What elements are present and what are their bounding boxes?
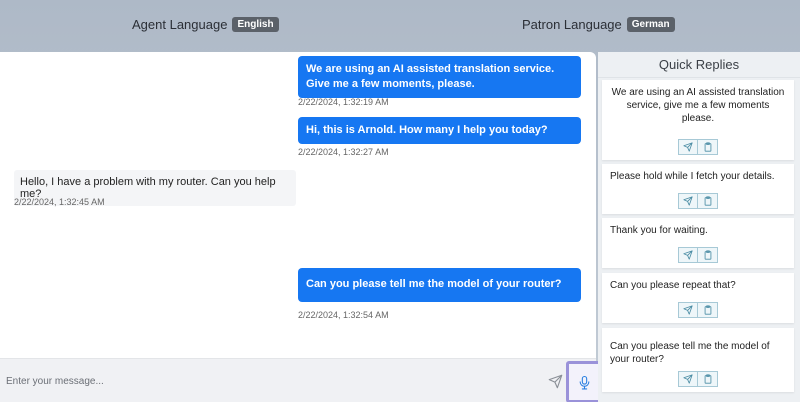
agent-language-badge[interactable]: English (232, 17, 279, 32)
quick-reply-send-button[interactable] (678, 193, 698, 209)
quick-reply-copy-button[interactable] (698, 302, 718, 318)
microphone-icon (579, 375, 590, 390)
send-icon (683, 196, 693, 206)
quick-reply-card: Please hold while I fetch your details. (602, 164, 794, 214)
quick-reply-card: We are using an AI assisted translation … (602, 80, 794, 160)
quick-reply-actions (602, 302, 794, 318)
patron-language: Patron Language German (522, 17, 675, 32)
agent-language: Agent Language English (132, 17, 279, 32)
quick-reply-copy-button[interactable] (698, 193, 718, 209)
clipboard-icon (704, 305, 711, 315)
message-timestamp: 2/22/2024, 1:32:27 AM (298, 147, 389, 157)
quick-reply-actions (602, 139, 794, 155)
chat-panel: We are using an AI assisted translation … (0, 52, 602, 402)
message-composer (0, 358, 602, 402)
message-timestamp: 2/22/2024, 1:32:19 AM (298, 97, 389, 107)
quick-reply-text: Please hold while I fetch your details. (610, 171, 775, 182)
send-icon (683, 142, 693, 152)
message-outgoing: Can you please tell me the model of your… (298, 268, 581, 302)
message-outgoing: We are using an AI assisted translation … (298, 56, 581, 98)
clipboard-icon (704, 250, 711, 260)
quick-reply-actions (602, 193, 794, 209)
quick-reply-text: Can you please repeat that? (610, 280, 736, 291)
message-timestamp: 2/22/2024, 1:32:54 AM (298, 310, 389, 320)
send-icon[interactable] (548, 374, 563, 389)
quick-reply-actions (602, 247, 794, 263)
quick-reply-text: Can you please tell me the model of your… (610, 341, 770, 365)
quick-reply-send-button[interactable] (678, 371, 698, 387)
quick-reply-send-button[interactable] (678, 247, 698, 263)
quick-reply-text: We are using an AI assisted translation … (611, 87, 785, 124)
send-icon (683, 305, 693, 315)
quick-reply-copy-button[interactable] (698, 247, 718, 263)
message-timestamp: 2/22/2024, 1:32:45 AM (14, 197, 105, 207)
agent-language-label: Agent Language (132, 17, 228, 32)
patron-language-label: Patron Language (522, 17, 622, 32)
quick-reply-send-button[interactable] (678, 139, 698, 155)
clipboard-icon (704, 196, 711, 206)
clipboard-icon (704, 142, 711, 152)
quick-replies-panel: Quick Replies We are using an AI assiste… (598, 52, 800, 402)
quick-reply-card: Can you please tell me the model of your… (602, 328, 794, 392)
microphone-button[interactable] (566, 361, 602, 402)
send-icon (683, 374, 693, 384)
quick-reply-copy-button[interactable] (698, 139, 718, 155)
patron-language-badge[interactable]: German (626, 17, 675, 32)
header: Agent Language English Patron Language G… (0, 0, 800, 52)
quick-reply-card: Can you please repeat that? (602, 273, 794, 323)
quick-reply-actions (602, 371, 794, 387)
message-input[interactable] (0, 359, 540, 402)
send-icon (683, 250, 693, 260)
quick-replies-title: Quick Replies (598, 52, 800, 78)
clipboard-icon (704, 374, 711, 384)
quick-reply-copy-button[interactable] (698, 371, 718, 387)
quick-reply-text: Thank you for waiting. (610, 225, 708, 236)
quick-reply-card: Thank you for waiting. (602, 218, 794, 268)
message-outgoing: Hi, this is Arnold. How many I help you … (298, 117, 581, 144)
quick-reply-send-button[interactable] (678, 302, 698, 318)
